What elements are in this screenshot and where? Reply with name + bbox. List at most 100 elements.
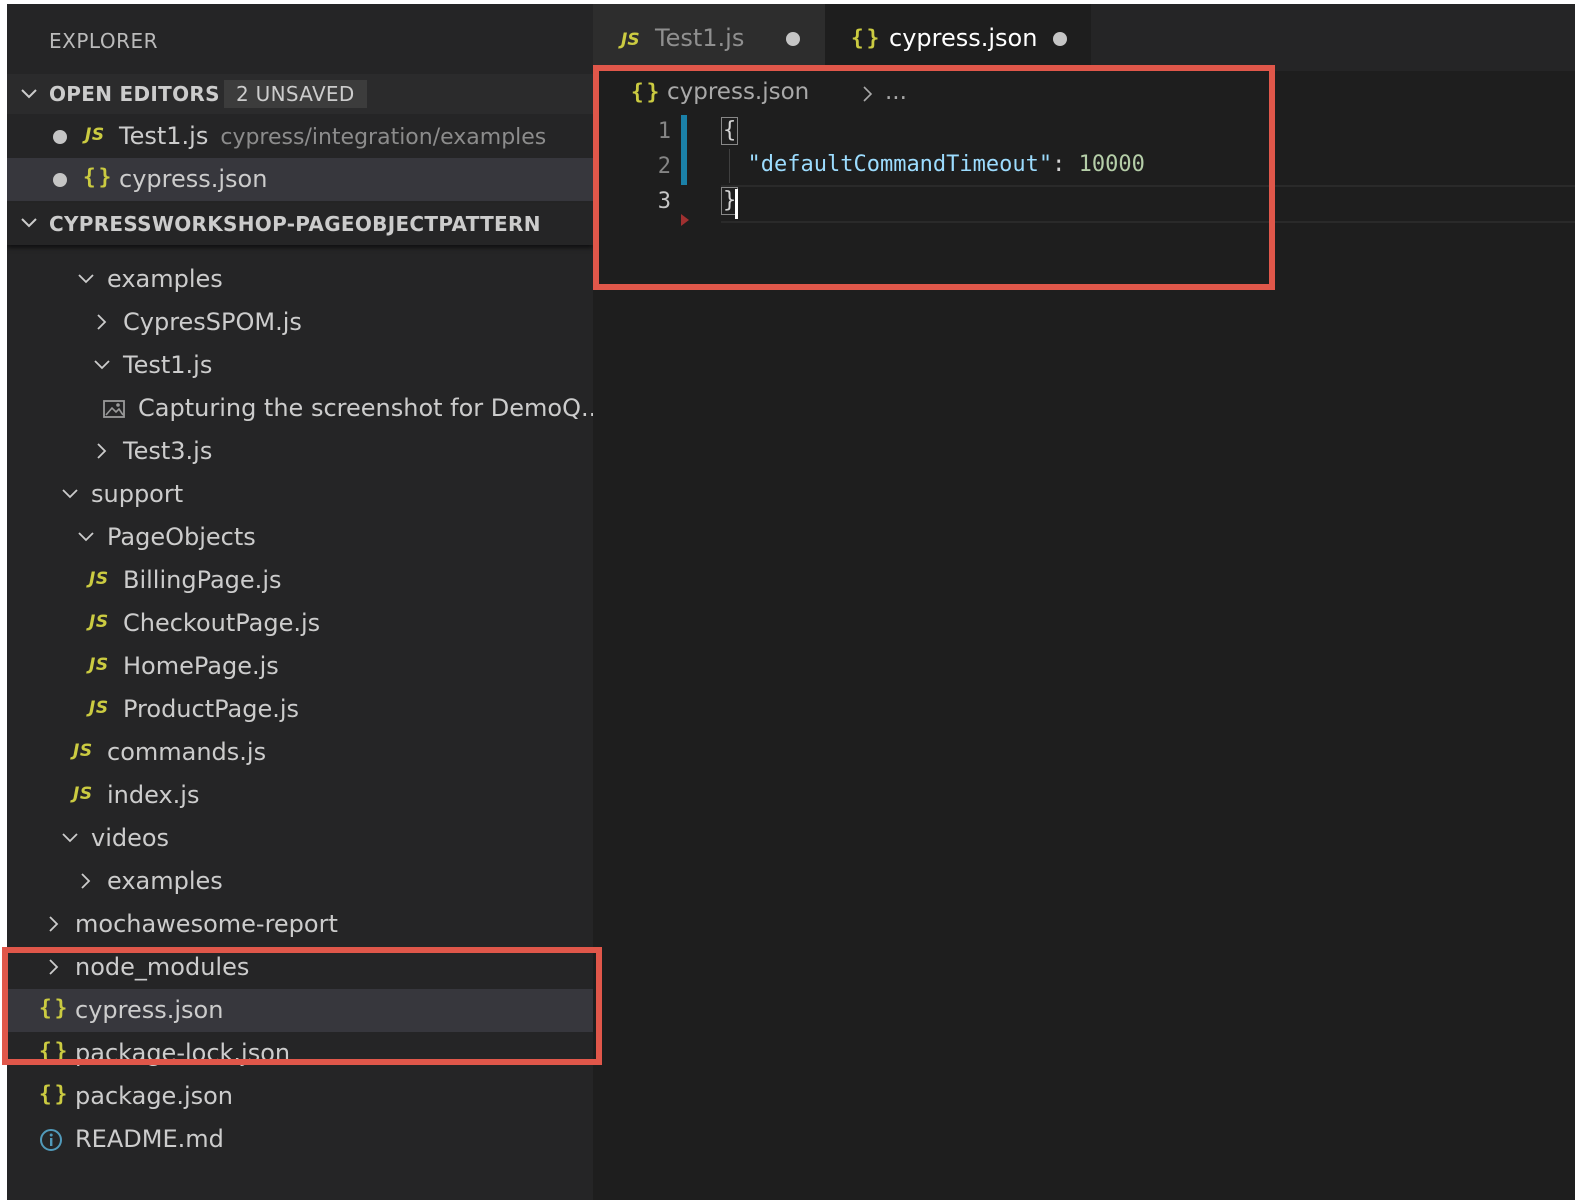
tree-folder-videos[interactable]: videos <box>7 817 593 860</box>
json-icon: {} <box>39 1082 71 1106</box>
tree-item-cyprespom[interactable]: CypresSPOM.js <box>7 301 593 344</box>
js-icon: JS <box>621 30 640 50</box>
json-icon: {} <box>39 1039 71 1063</box>
text-cursor <box>735 189 738 219</box>
modified-lines-indicator <box>681 115 687 185</box>
tree-label: support <box>91 480 184 508</box>
breadcrumb-file[interactable]: cypress.json <box>667 79 809 105</box>
tree-label: commands.js <box>107 738 267 766</box>
chevron-down-icon <box>21 218 37 228</box>
chevron-right-icon <box>49 916 59 932</box>
tree-folder-support[interactable]: support <box>7 473 593 516</box>
explorer-sidebar: EXPLORER OPEN EDITORS 2 UNSAVED JS Test1… <box>7 4 593 1200</box>
chevron-down-icon <box>78 532 94 542</box>
tree-item-test3[interactable]: Test3.js <box>7 430 593 473</box>
tree-file-billingpage[interactable]: JS BillingPage.js <box>7 559 593 602</box>
info-icon <box>40 1129 62 1151</box>
js-icon: JS <box>89 569 109 589</box>
tree-label: PageObjects <box>107 523 256 551</box>
chevron-down-icon <box>62 489 78 499</box>
tab-label: Test1.js <box>655 24 745 52</box>
chevron-right-icon <box>97 443 107 459</box>
tree-file-productpage[interactable]: JS ProductPage.js <box>7 688 593 731</box>
chevron-right-icon <box>81 873 91 889</box>
caret-marker-icon <box>681 214 689 226</box>
tree-item-screenshot[interactable]: Capturing the screenshot for DemoQ... <box>7 387 593 430</box>
line-number: 2 <box>657 154 671 179</box>
unsaved-dot-icon[interactable] <box>1053 32 1067 46</box>
open-brace: { <box>721 117 739 145</box>
tree-label: node_modules <box>75 953 250 981</box>
unsaved-badge: 2 UNSAVED <box>224 80 367 108</box>
tree-file-commands[interactable]: JS commands.js <box>7 731 593 774</box>
tree-label: ProductPage.js <box>123 695 300 723</box>
js-icon: JS <box>89 655 109 675</box>
tree-file-cypress-json[interactable]: {} cypress.json <box>7 989 593 1032</box>
tree-label: cypress.json <box>75 996 224 1024</box>
tree-folder-node-modules[interactable]: node_modules <box>7 946 593 989</box>
tree-label: videos <box>91 824 170 852</box>
open-editor-filename: cypress.json <box>119 165 268 193</box>
tab-cypress-json[interactable]: {} cypress.json <box>825 4 1091 71</box>
json-colon: : <box>1052 152 1079 177</box>
screen-left-edge <box>0 0 7 1200</box>
tree-file-package-lock[interactable]: {} package-lock.json <box>7 1032 593 1075</box>
open-editors-title: OPEN EDITORS <box>49 82 220 106</box>
tree-label: examples <box>107 867 223 895</box>
editor-tab-bar: JS Test1.js {} cypress.json <box>593 4 1575 71</box>
tree-label: CheckoutPage.js <box>123 609 321 637</box>
tree-label: CypresSPOM.js <box>123 308 302 336</box>
chevron-down-icon <box>21 89 37 99</box>
tree-label: examples <box>107 265 223 293</box>
tree-folder-examples[interactable]: examples <box>7 258 593 301</box>
unsaved-dot-icon <box>53 173 67 187</box>
tree-label: package.json <box>75 1082 234 1110</box>
tree-label: HomePage.js <box>123 652 279 680</box>
tree-file-readme[interactable]: README.md <box>7 1118 593 1161</box>
chevron-right-icon <box>49 959 59 975</box>
current-line-highlight <box>721 185 1575 223</box>
project-folder-header[interactable]: CYPRESSWORKSHOP-PAGEOBJECTPATTERN <box>7 203 593 245</box>
tree-label: package-lock.json <box>75 1039 291 1067</box>
chevron-down-icon <box>78 274 94 284</box>
tab-label: cypress.json <box>889 24 1038 52</box>
tree-folder-pageobjects[interactable]: PageObjects <box>7 516 593 559</box>
unsaved-dot-icon[interactable] <box>786 32 800 46</box>
js-icon: JS <box>85 125 105 145</box>
js-icon: JS <box>89 698 109 718</box>
tree-file-index[interactable]: JS index.js <box>7 774 593 817</box>
tree-folder-mochawesome-report[interactable]: mochawesome-report <box>7 903 593 946</box>
tree-label: Test3.js <box>123 437 213 465</box>
json-value: 10000 <box>1078 152 1145 177</box>
unsaved-dot-icon <box>53 130 67 144</box>
open-editor-path: cypress/integration/examples <box>220 125 547 150</box>
code-line-1[interactable]: { <box>721 117 739 145</box>
tree-item-test1[interactable]: Test1.js <box>7 344 593 387</box>
chevron-down-icon <box>94 360 110 370</box>
json-key: "defaultCommandTimeout" <box>747 152 1053 177</box>
image-icon <box>103 400 125 418</box>
line-number: 1 <box>657 119 671 144</box>
explorer-title: EXPLORER <box>49 29 158 53</box>
tree-file-package-json[interactable]: {} package.json <box>7 1075 593 1118</box>
chevron-right-icon <box>97 314 107 330</box>
chevron-down-icon <box>62 833 78 843</box>
chevron-right-icon <box>863 86 873 102</box>
open-editor-item-test1[interactable]: JS Test1.js cypress/integration/examples <box>7 115 593 158</box>
tree-file-homepage[interactable]: JS HomePage.js <box>7 645 593 688</box>
code-editor[interactable]: {} cypress.json ... 1 2 3 { "defaultComm… <box>593 71 1575 1200</box>
tab-test1-js[interactable]: JS Test1.js <box>593 4 825 71</box>
open-editor-filename: Test1.js <box>119 122 209 150</box>
breadcrumb-more[interactable]: ... <box>885 79 907 105</box>
open-editors-header[interactable]: OPEN EDITORS 2 UNSAVED <box>7 74 593 114</box>
code-line-2[interactable]: "defaultCommandTimeout": 10000 <box>721 152 1145 177</box>
line-number: 3 <box>657 189 671 214</box>
project-folder-title: CYPRESSWORKSHOP-PAGEOBJECTPATTERN <box>49 212 541 236</box>
open-editor-item-cypress-json[interactable]: {} cypress.json <box>7 158 593 201</box>
tree-label: BillingPage.js <box>123 566 282 594</box>
js-icon: JS <box>73 741 93 761</box>
tree-folder-videos-examples[interactable]: examples <box>7 860 593 903</box>
tree-file-checkoutpage[interactable]: JS CheckoutPage.js <box>7 602 593 645</box>
tree-label: Capturing the screenshot for DemoQ... <box>138 394 593 422</box>
tree-label: Test1.js <box>123 351 213 379</box>
